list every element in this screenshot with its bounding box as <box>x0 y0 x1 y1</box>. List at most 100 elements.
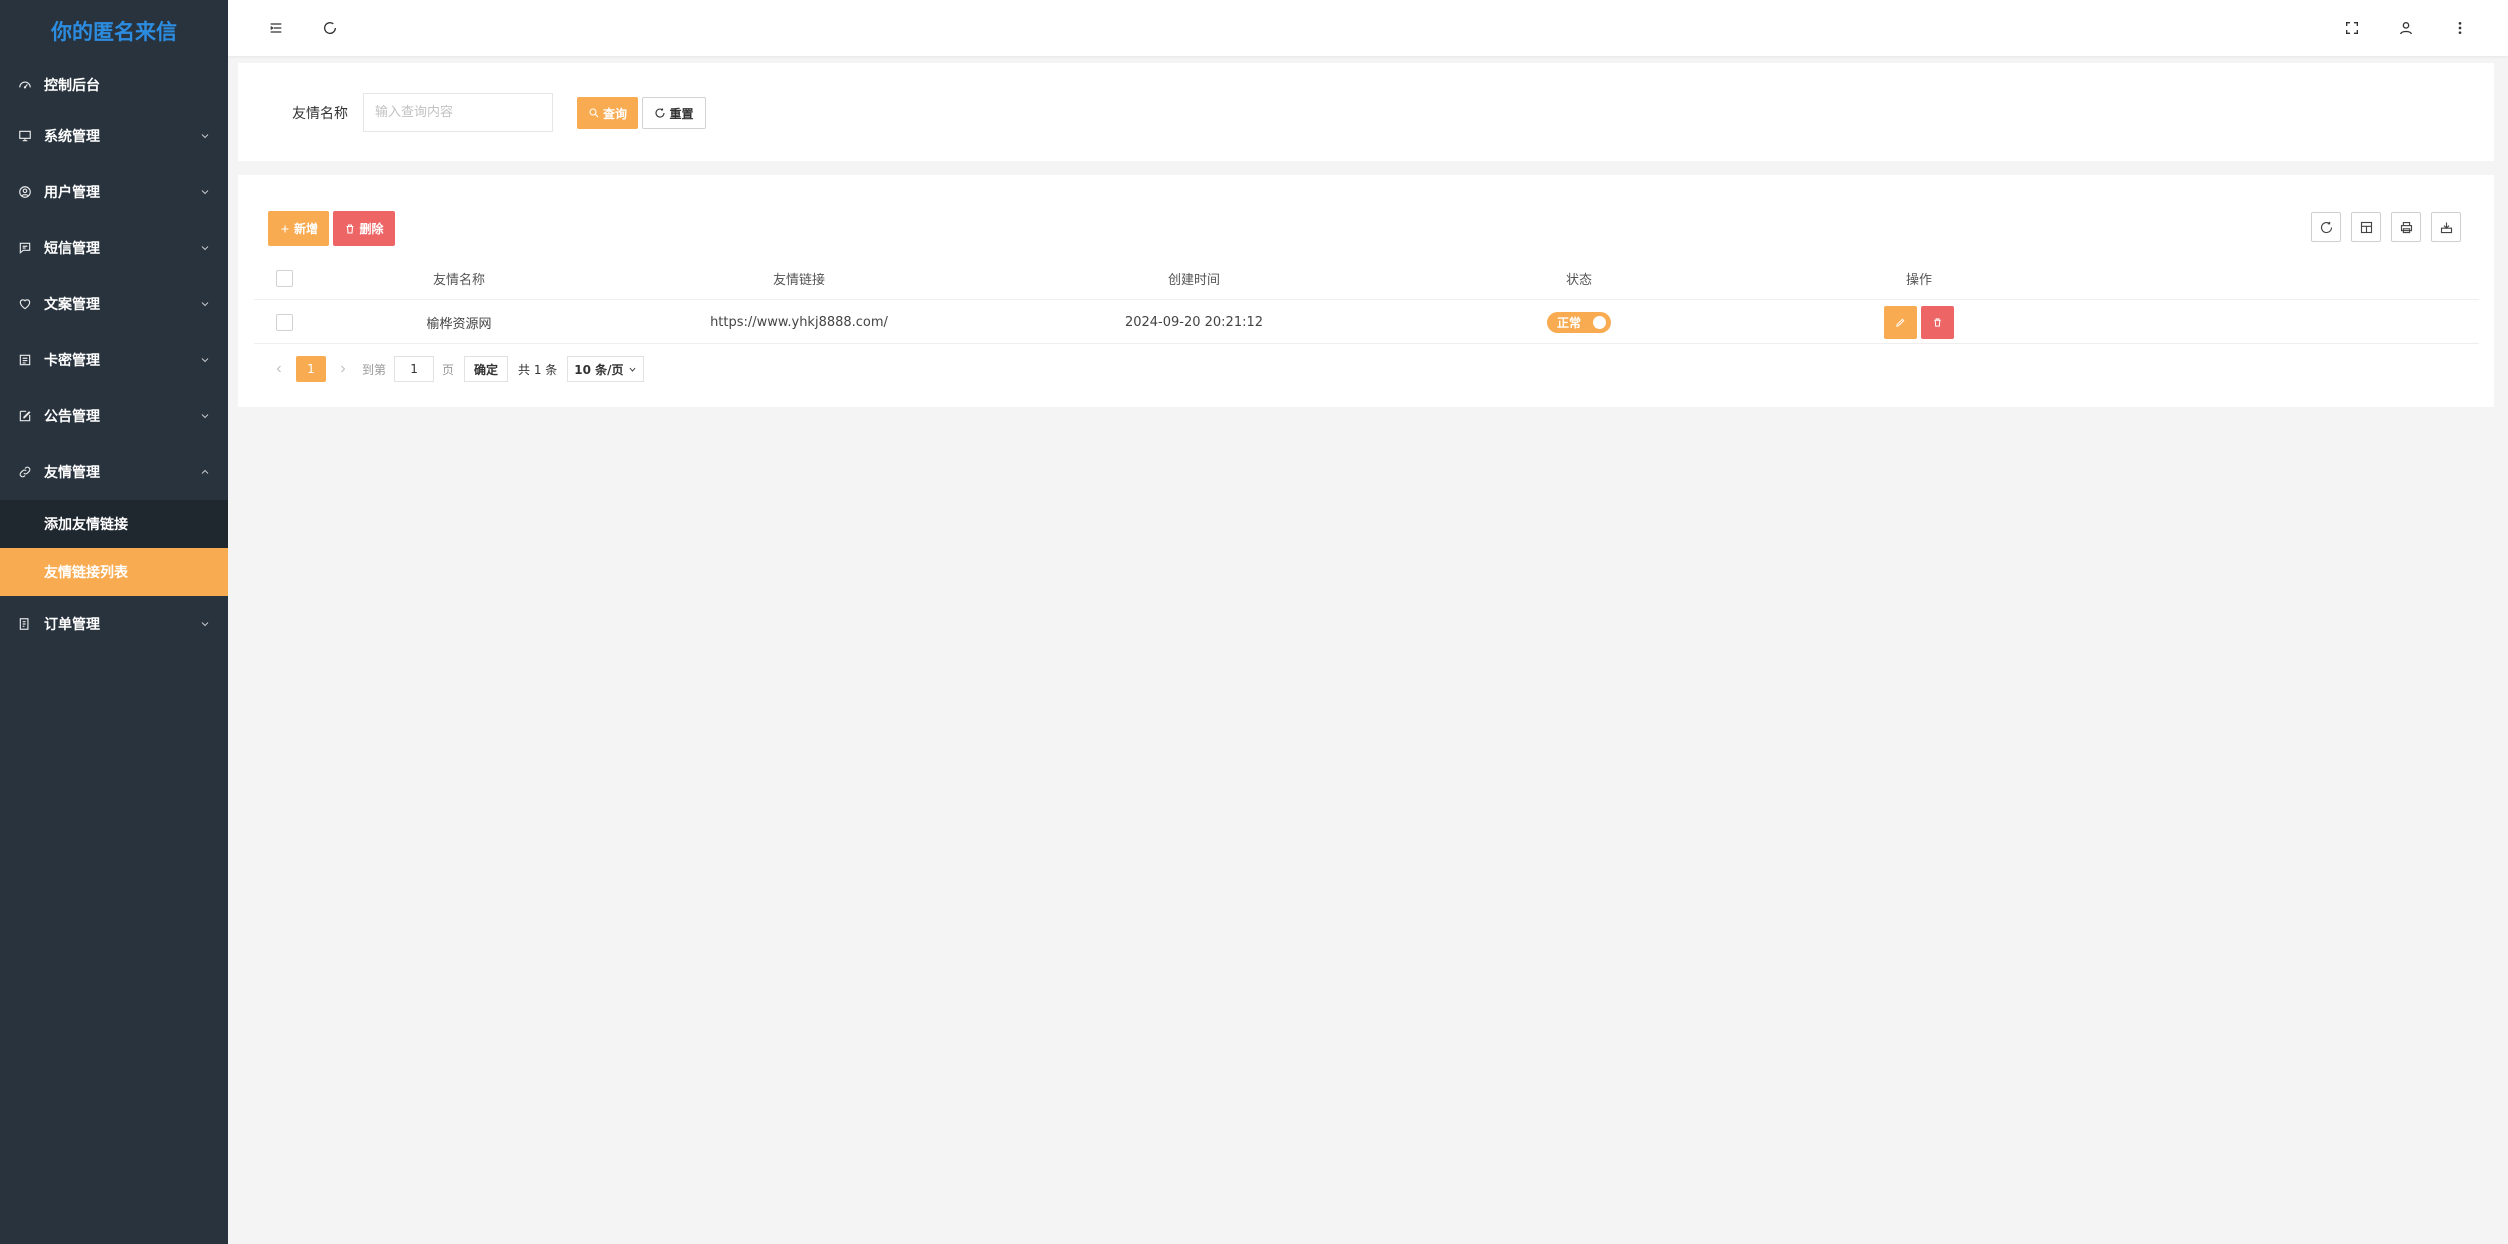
sidebar-item-label: 用户管理 <box>44 185 100 201</box>
table-refresh-button[interactable] <box>2311 212 2341 242</box>
column-header-name[interactable]: 友情名称 <box>314 256 604 300</box>
add-button-label: 新增 <box>293 222 318 236</box>
trash-icon <box>1934 317 1941 327</box>
refresh-icon <box>2320 221 2332 233</box>
table-header: 友情名称 友情链接 创建时间 状态 操作 <box>254 256 2479 300</box>
edit-icon <box>18 409 32 423</box>
page-size-value: 10 条/页 <box>574 362 624 377</box>
reset-button-label: 重置 <box>669 106 694 121</box>
table-panel: 新增 删除 友情名称 友情链接 创建时间 状态 操作 榆桦资源网 https:/… <box>238 175 2494 407</box>
search-icon <box>589 108 599 118</box>
sidebar-item-sms[interactable]: 短信管理 <box>0 220 228 276</box>
refresh-icon[interactable] <box>320 18 340 38</box>
sidebar-item-orders[interactable]: 订单管理 <box>0 596 228 652</box>
sidebar-item-label: 公告管理 <box>44 409 100 425</box>
goto-prefix: 到第 <box>362 362 387 377</box>
print-button[interactable] <box>2391 212 2421 242</box>
sidebar-item-system[interactable]: 系统管理 <box>0 108 228 164</box>
row-checkbox[interactable] <box>275 313 293 331</box>
edit-row-button[interactable] <box>1884 305 1917 339</box>
menu-toggle-icon[interactable] <box>266 18 286 38</box>
print-icon <box>2400 221 2412 233</box>
user-circle-icon <box>18 185 32 199</box>
sidebar-item-label: 友情管理 <box>44 465 100 481</box>
sidebar-subitem-add-link[interactable]: 添加友情链接 <box>0 500 228 548</box>
chevron-down-icon <box>199 242 211 254</box>
column-header-status[interactable]: 状态 <box>1394 256 1764 300</box>
message-icon <box>18 241 32 255</box>
delete-button[interactable]: 删除 <box>333 211 395 246</box>
chevron-up-icon <box>199 466 211 478</box>
order-icon <box>18 617 32 631</box>
table-row: 榆桦资源网 https://www.yhkj8888.com/ 2024-09-… <box>254 300 2479 344</box>
status-toggle[interactable]: 正常 <box>1547 311 1611 333</box>
column-header-actions: 操作 <box>1905 272 1932 288</box>
total-count: 共 1 条 <box>518 362 558 377</box>
monitor-icon <box>18 129 32 143</box>
sidebar-item-users[interactable]: 用户管理 <box>0 164 228 220</box>
reset-icon <box>655 108 666 118</box>
sidebar-item-copywriting[interactable]: 文案管理 <box>0 276 228 332</box>
column-header-created[interactable]: 创建时间 <box>994 256 1394 300</box>
sidebar-subitem-link-list[interactable]: 友情链接列表 <box>0 548 228 596</box>
chevron-left-icon <box>276 365 281 373</box>
sidebar-item-notices[interactable]: 公告管理 <box>0 388 228 444</box>
sidebar-item-label: 控制后台 <box>44 78 100 94</box>
heart-icon <box>18 297 32 311</box>
user-icon[interactable] <box>2396 18 2416 38</box>
goto-confirm-button[interactable]: 确定 <box>464 356 509 382</box>
columns-icon <box>2360 221 2372 233</box>
toggle-knob <box>1593 315 1606 329</box>
column-header-link[interactable]: 友情链接 <box>604 256 994 300</box>
chevron-down-icon <box>199 130 211 142</box>
chevron-down-icon <box>199 186 211 198</box>
query-button-label: 查询 <box>602 106 627 121</box>
query-button[interactable]: 查询 <box>577 97 638 129</box>
trash-icon <box>346 223 354 234</box>
reset-button[interactable]: 重置 <box>642 97 706 129</box>
chevron-right-icon <box>341 365 346 373</box>
cell-name: 榆桦资源网 <box>426 316 492 332</box>
sidebar-submenu-friends: 添加友情链接 友情链接列表 <box>0 500 228 596</box>
chevron-down-icon <box>629 367 636 372</box>
sidebar-item-cards[interactable]: 卡密管理 <box>0 332 228 388</box>
goto-page-input[interactable]: 1 <box>394 356 435 382</box>
list-icon <box>18 353 32 367</box>
chevron-down-icon <box>199 298 211 310</box>
sidebar-item-dashboard[interactable]: 控制后台 <box>0 62 228 108</box>
delete-button-label: 删除 <box>359 222 384 236</box>
top-header <box>228 0 2508 56</box>
status-toggle-label: 正常 <box>1557 315 1582 330</box>
sidebar-item-friends[interactable]: 友情管理 <box>0 444 228 500</box>
chevron-down-icon <box>199 618 211 630</box>
cell-link: https://www.yhkj8888.com/ <box>710 314 888 330</box>
pagination: 1 到第 1 页 确定 共 1 条 10 条/页 <box>268 355 644 383</box>
prev-page-button[interactable] <box>268 356 290 382</box>
select-all-checkbox[interactable] <box>275 269 293 287</box>
chevron-down-icon <box>199 410 211 422</box>
page-size-select[interactable]: 10 条/页 <box>567 356 644 382</box>
search-input[interactable] <box>363 93 553 132</box>
export-button[interactable] <box>2431 212 2461 242</box>
sidebar: 你的匿名来信 控制后台 系统管理 用户管理 短信管理 文案管理 卡密管理 公告管… <box>0 0 228 1244</box>
pencil-icon <box>1896 318 1905 327</box>
delete-row-button[interactable] <box>1921 305 1954 339</box>
goto-suffix: 页 <box>442 362 455 377</box>
more-vertical-icon[interactable] <box>2450 18 2470 38</box>
page-number-current[interactable]: 1 <box>296 356 326 382</box>
add-button[interactable]: 新增 <box>268 211 329 246</box>
cell-created: 2024-09-20 20:21:12 <box>1124 314 1264 330</box>
search-panel: 友情名称 查询 重置 <box>238 63 2494 161</box>
next-page-button[interactable] <box>332 356 354 382</box>
columns-filter-button[interactable] <box>2351 212 2381 242</box>
sidebar-item-label: 文案管理 <box>44 297 100 313</box>
brand-logo[interactable]: 你的匿名来信 <box>0 0 228 62</box>
chevron-down-icon <box>199 354 211 366</box>
sidebar-item-label: 卡密管理 <box>44 353 100 369</box>
sidebar-item-label: 短信管理 <box>44 241 100 257</box>
export-icon <box>2440 222 2452 233</box>
fullscreen-icon[interactable] <box>2342 18 2362 38</box>
search-label: 友情名称 <box>292 106 348 122</box>
link-icon <box>18 465 32 479</box>
plus-icon <box>281 225 289 232</box>
